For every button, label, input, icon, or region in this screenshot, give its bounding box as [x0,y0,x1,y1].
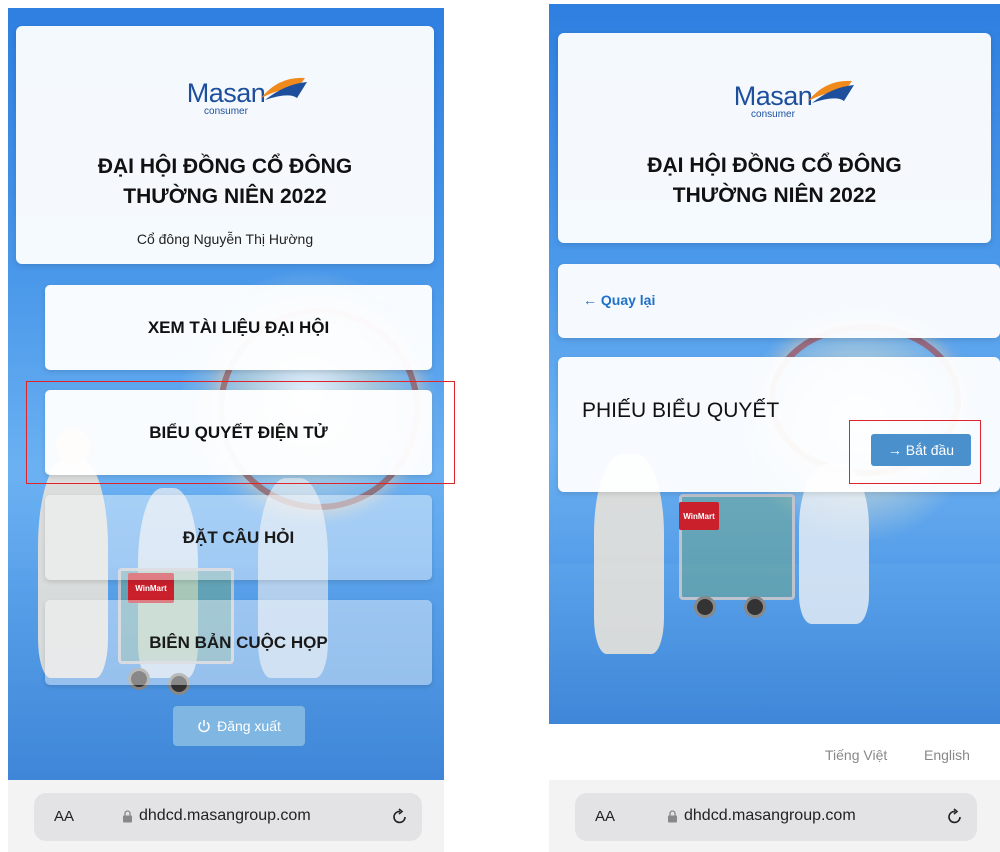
header-card: Masan consumer ĐẠI HỘI ĐỒNG CỔ ĐÔNG THƯỜ… [16,26,434,264]
logo-word: Masan [733,81,813,111]
reload-icon[interactable] [945,807,965,827]
back-card: ← Quay lại [558,264,1000,338]
language-vietnamese[interactable]: Tiếng Việt [825,747,887,763]
url-text[interactable]: dhdcd.masangroup.com [667,807,856,825]
url-label: dhdcd.masangroup.com [684,807,856,824]
page-title-line2: THƯỜNG NIÊN 2022 [672,184,877,207]
reload-icon[interactable] [390,807,410,827]
address-bar[interactable]: AA dhdcd.masangroup.com [575,793,977,841]
reader-aa-button[interactable]: AA [595,808,615,825]
page-title-line1: ĐẠI HỘI ĐỒNG CỔ ĐÔNG [647,154,902,177]
logo-sub: consumer [751,109,795,120]
highlight-start [849,420,981,484]
logout-label: Đăng xuất [217,718,281,734]
logo-swoosh-icon [261,77,307,100]
ballot-title: PHIẾU BIỂU QUYẾT [582,399,780,422]
page-title-line2: THƯỜNG NIÊN 2022 [123,185,327,208]
page-title-line1: ĐẠI HỘI ĐỒNG CỔ ĐÔNG [97,155,353,178]
logo-sub: consumer [204,106,248,117]
masan-logo: Masan consumer [718,80,854,120]
shareholder-name: Cổ đông Nguyễn Thị Hường [136,231,314,247]
lock-icon [123,809,132,822]
masan-logo: Masan consumer [171,77,307,117]
right-phone-screen: WinMart Masan consumer ĐẠI HỘI ĐỒNG CỔ Đ… [549,4,1000,724]
left-browser-bar: AA dhdcd.masangroup.com [8,780,444,852]
highlight-voting [26,381,455,484]
power-icon [198,720,210,733]
reader-aa-button[interactable]: AA [54,808,74,825]
logout-button[interactable]: Đăng xuất [173,706,305,746]
url-label: dhdcd.masangroup.com [139,807,311,824]
back-link[interactable]: ← Quay lại [583,292,655,308]
address-bar[interactable]: AA dhdcd.masangroup.com [34,793,422,841]
logo-word: Masan [186,78,266,108]
right-browser-bar: AA dhdcd.masangroup.com [549,780,1000,852]
meeting-minutes-button[interactable]: BIÊN BẢN CUỘC HỌP [45,600,432,685]
lock-icon [668,809,677,822]
url-text[interactable]: dhdcd.masangroup.com [122,807,311,825]
ask-question-button[interactable]: ĐẶT CÂU HỎI [45,495,432,580]
view-documents-button[interactable]: XEM TÀI LIỆU ĐẠI HỘI [45,285,432,370]
language-english[interactable]: English [924,747,970,763]
vinmart-logo: WinMart [679,502,719,530]
logo-swoosh-icon [808,80,854,103]
header-card: Masan consumer ĐẠI HỘI ĐỒNG CỔ ĐÔNG THƯỜ… [558,33,991,243]
